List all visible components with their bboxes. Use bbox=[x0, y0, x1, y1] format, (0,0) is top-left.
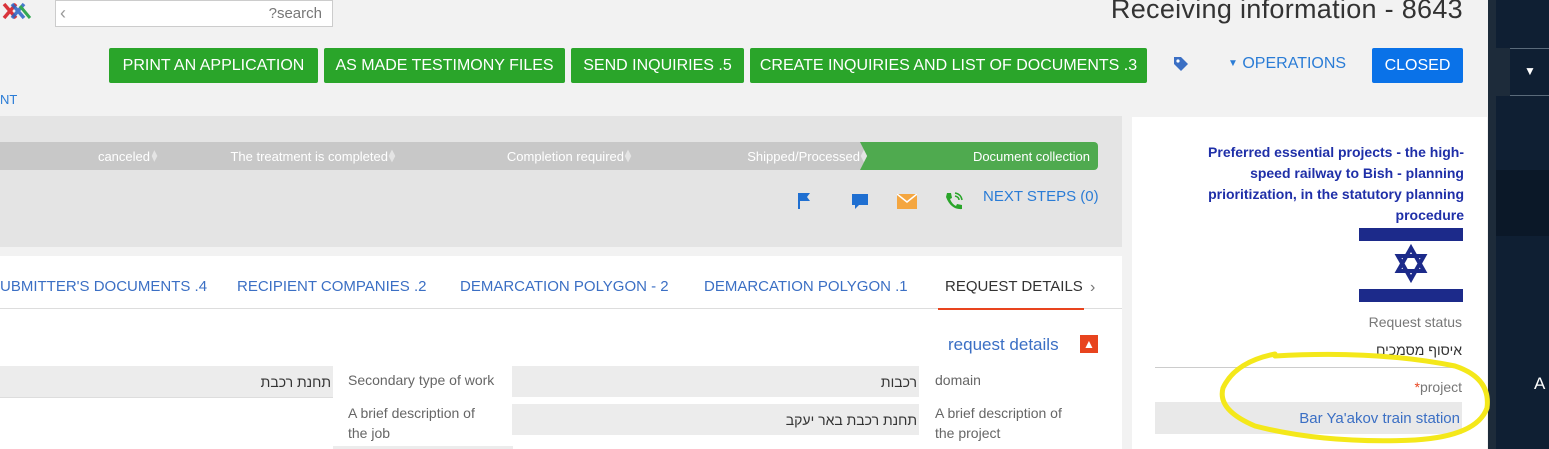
chevron-left-icon: ‹ bbox=[60, 3, 66, 23]
stage-treatment-completed[interactable]: The treatment is completed bbox=[150, 142, 396, 170]
brief-project-field[interactable]: תחנת רכבת באר יעקב bbox=[512, 404, 919, 435]
sidebar-band bbox=[1496, 96, 1549, 170]
domain-label: domain bbox=[935, 372, 981, 388]
secondary-work-label: Secondary type of work bbox=[348, 372, 495, 388]
tab-submitters-documents[interactable]: UBMITTER'S DOCUMENTS .4 bbox=[0, 278, 207, 295]
caret-down-icon: ▼ bbox=[1524, 64, 1536, 78]
sidebar-dropdown[interactable]: ▼ bbox=[1510, 48, 1549, 96]
process-stages: canceled The treatment is completed Comp… bbox=[0, 142, 1098, 170]
caret-down-icon: ▼ bbox=[1228, 58, 1238, 69]
stage-label: Completion required bbox=[506, 148, 624, 164]
brief-job-label: A brief description of the job bbox=[348, 405, 475, 441]
secondary-work-field[interactable]: תחנת רכבת bbox=[0, 366, 333, 397]
next-steps-notch bbox=[1040, 212, 1096, 224]
project-title: Preferred essential projects - the high-… bbox=[1208, 144, 1464, 223]
stage-label: The treatment is completed bbox=[230, 148, 388, 164]
tab-demarcation-polygon-1[interactable]: DEMARCATION POLYGON .1 bbox=[704, 278, 908, 295]
search-placeholder: ?search bbox=[268, 5, 322, 22]
send-inquiries-button[interactable]: SEND INQUIRIES .5 bbox=[571, 48, 744, 83]
field-value: תחנת רכבת bbox=[260, 373, 331, 390]
mail-icon[interactable] bbox=[897, 194, 917, 209]
create-inquiries-button[interactable]: CREATE INQUIRIES AND LIST OF DOCUMENTS .… bbox=[750, 48, 1147, 83]
domain-field[interactable]: רכבות bbox=[512, 366, 919, 397]
section-title: request details bbox=[948, 335, 1059, 354]
tab-demarcation-polygon-2[interactable]: DEMARCATION POLYGON - 2 bbox=[460, 278, 669, 295]
app-logo bbox=[2, 2, 32, 20]
tab-recipient-companies[interactable]: RECIPIENT COMPANIES .2 bbox=[237, 278, 427, 295]
tab-request-details[interactable]: REQUEST DETAILS bbox=[945, 278, 1083, 295]
stage-label: Document collection bbox=[972, 148, 1090, 164]
operations-label: OPERATIONS bbox=[1242, 55, 1347, 72]
request-status-label: Request status bbox=[1368, 314, 1462, 330]
phone-call-icon[interactable] bbox=[943, 191, 965, 211]
israel-flag-icon bbox=[1359, 228, 1463, 302]
comment-icon[interactable] bbox=[851, 193, 869, 210]
sidebar-partial-text: A bbox=[1534, 374, 1546, 393]
stage-shipped-processed[interactable]: Shipped/Processed bbox=[624, 142, 868, 170]
next-steps-link[interactable]: NEXT STEPS (0) bbox=[983, 188, 1099, 205]
flag-icon[interactable] bbox=[796, 192, 812, 210]
field-value: רכבות bbox=[880, 373, 917, 390]
partial-link[interactable]: NT bbox=[0, 92, 17, 107]
sidebar-body bbox=[1496, 236, 1549, 449]
page-title: Receiving information - 8643 bbox=[1110, 0, 1463, 24]
collapse-icon[interactable]: ▲ bbox=[1080, 335, 1098, 353]
chevron-right-icon[interactable]: › bbox=[1090, 279, 1095, 297]
process-panel bbox=[0, 116, 1122, 247]
field-divider bbox=[0, 397, 333, 398]
status-closed-button[interactable]: CLOSED bbox=[1372, 48, 1463, 83]
stage-document-collection[interactable]: Document collection bbox=[860, 142, 1098, 170]
stage-label: Shipped/Processed bbox=[747, 148, 860, 164]
sidebar-item-active[interactable] bbox=[1496, 170, 1549, 236]
sidebar-header bbox=[1496, 0, 1549, 48]
stage-completion-required[interactable]: Completion required bbox=[388, 142, 632, 170]
print-application-button[interactable]: PRINT AN APPLICATION bbox=[109, 48, 318, 83]
stage-label: canceled bbox=[97, 148, 150, 164]
testimony-files-button[interactable]: AS MADE TESTIMONY FILES bbox=[324, 48, 565, 83]
search-input[interactable]: ‹ ?search bbox=[55, 0, 333, 27]
tag-icon[interactable] bbox=[1173, 56, 1189, 72]
stage-canceled[interactable]: canceled bbox=[0, 142, 158, 170]
highlight-annotation bbox=[1219, 351, 1490, 444]
field-value: תחנת רכבת באר יעקב bbox=[785, 411, 917, 428]
active-tab-underline bbox=[938, 308, 1084, 310]
brief-project-label: A brief description of the project bbox=[935, 405, 1062, 441]
operations-dropdown[interactable]: ▼ OPERATIONS bbox=[1228, 55, 1346, 73]
